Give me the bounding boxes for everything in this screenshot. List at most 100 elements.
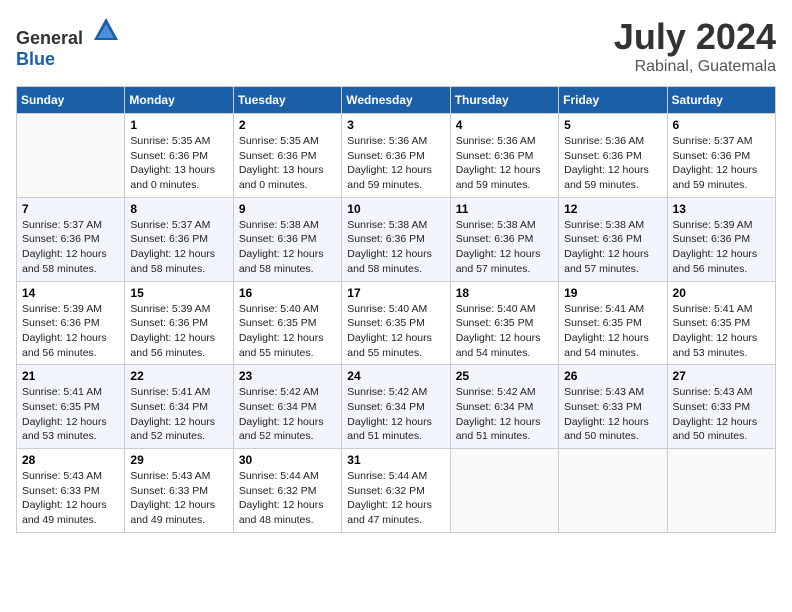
day-info: Sunrise: 5:38 AMSunset: 6:36 PMDaylight:… [239, 218, 336, 277]
calendar-week-row: 7 Sunrise: 5:37 AMSunset: 6:36 PMDaylight… [17, 197, 776, 281]
calendar-cell: 1Sunrise: 5:35 AMSunset: 6:36 PMDaylight… [125, 114, 233, 198]
calendar-cell: 26 Sunrise: 5:43 AMSunset: 6:33 PMDayligh… [559, 365, 667, 449]
day-info: Sunrise: 5:43 AMSunset: 6:33 PMDaylight:… [673, 385, 770, 444]
day-info: Sunrise: 5:44 AMSunset: 6:32 PMDaylight:… [347, 469, 444, 528]
calendar-cell: 4 Sunrise: 5:36 AMSunset: 6:36 PMDaylight… [450, 114, 558, 198]
calendar-cell: 19Sunrise: 5:41 AMSunset: 6:35 PMDayligh… [559, 281, 667, 365]
day-number: 5 [564, 118, 661, 132]
calendar-cell: 24 Sunrise: 5:42 AMSunset: 6:34 PMDayligh… [342, 365, 450, 449]
column-header-tuesday: Tuesday [233, 87, 341, 114]
day-info: Sunrise: 5:36 AMSunset: 6:36 PMDaylight:… [564, 134, 661, 193]
day-number: 18 [456, 286, 553, 300]
calendar-cell: 23Sunrise: 5:42 AMSunset: 6:34 PMDayligh… [233, 365, 341, 449]
calendar-week-row: 28 Sunrise: 5:43 AMSunset: 6:33 PMDayligh… [17, 449, 776, 533]
calendar-cell: 30Sunrise: 5:44 AMSunset: 6:32 PMDayligh… [233, 449, 341, 533]
column-header-wednesday: Wednesday [342, 87, 450, 114]
day-info: Sunrise: 5:37 AMSunset: 6:36 PMDaylight:… [130, 218, 227, 277]
calendar-cell: 29 Sunrise: 5:43 AMSunset: 6:33 PMDayligh… [125, 449, 233, 533]
day-number: 11 [456, 202, 553, 216]
calendar-cell: 9 Sunrise: 5:38 AMSunset: 6:36 PMDaylight… [233, 197, 341, 281]
day-info: Sunrise: 5:40 AMSunset: 6:35 PMDaylight:… [239, 302, 336, 361]
calendar-cell: 17 Sunrise: 5:40 AMSunset: 6:35 PMDayligh… [342, 281, 450, 365]
day-number: 12 [564, 202, 661, 216]
calendar-cell: 27 Sunrise: 5:43 AMSunset: 6:33 PMDayligh… [667, 365, 775, 449]
calendar-cell: 20Sunrise: 5:41 AMSunset: 6:35 PMDayligh… [667, 281, 775, 365]
calendar-cell: 28Sunrise: 5:43 AMSunset: 6:33 PMDayligh… [17, 449, 125, 533]
column-header-monday: Monday [125, 87, 233, 114]
calendar-week-row: 21Sunrise: 5:41 AMSunset: 6:35 PMDayligh… [17, 365, 776, 449]
day-number: 6 [673, 118, 770, 132]
calendar-cell: 8 Sunrise: 5:37 AMSunset: 6:36 PMDaylight… [125, 197, 233, 281]
day-info: Sunrise: 5:39 AMSunset: 6:36 PMDaylight:… [130, 302, 227, 361]
logo-text: General Blue [16, 16, 120, 70]
day-number: 1 [130, 118, 227, 132]
day-number: 3 [347, 118, 444, 132]
day-number: 2 [239, 118, 336, 132]
logo: General Blue [16, 16, 120, 70]
day-number: 10 [347, 202, 444, 216]
day-info: Sunrise: 5:36 AMSunset: 6:36 PMDaylight:… [347, 134, 444, 193]
day-number: 28 [22, 453, 119, 467]
calendar-cell: 14 Sunrise: 5:39 AMSunset: 6:36 PMDayligh… [17, 281, 125, 365]
day-number: 4 [456, 118, 553, 132]
day-number: 13 [673, 202, 770, 216]
calendar-cell: 18 Sunrise: 5:40 AMSunset: 6:35 PMDayligh… [450, 281, 558, 365]
calendar-cell: 16Sunrise: 5:40 AMSunset: 6:35 PMDayligh… [233, 281, 341, 365]
day-number: 22 [130, 369, 227, 383]
day-number: 15 [130, 286, 227, 300]
day-info: Sunrise: 5:39 AMSunset: 6:36 PMDaylight:… [22, 302, 119, 361]
calendar-cell: 31 Sunrise: 5:44 AMSunset: 6:32 PMDayligh… [342, 449, 450, 533]
calendar-cell: 15 Sunrise: 5:39 AMSunset: 6:36 PMDayligh… [125, 281, 233, 365]
column-header-sunday: Sunday [17, 87, 125, 114]
day-number: 8 [130, 202, 227, 216]
calendar-cell: 22Sunrise: 5:41 AMSunset: 6:34 PMDayligh… [125, 365, 233, 449]
day-info: Sunrise: 5:42 AMSunset: 6:34 PMDaylight:… [347, 385, 444, 444]
calendar-cell: 13Sunrise: 5:39 AMSunset: 6:36 PMDayligh… [667, 197, 775, 281]
day-info: Sunrise: 5:38 AMSunset: 6:36 PMDaylight:… [347, 218, 444, 277]
day-number: 19 [564, 286, 661, 300]
calendar-cell [450, 449, 558, 533]
day-info: Sunrise: 5:35 AMSunset: 6:36 PMDaylight:… [239, 134, 336, 193]
logo-general: General [16, 28, 83, 48]
calendar-table: SundayMondayTuesdayWednesdayThursdayFrid… [16, 86, 776, 533]
day-info: Sunrise: 5:41 AMSunset: 6:35 PMDaylight:… [22, 385, 119, 444]
column-header-saturday: Saturday [667, 87, 775, 114]
calendar-cell: 11 Sunrise: 5:38 AMSunset: 6:36 PMDayligh… [450, 197, 558, 281]
day-info: Sunrise: 5:40 AMSunset: 6:35 PMDaylight:… [347, 302, 444, 361]
day-number: 31 [347, 453, 444, 467]
calendar-header-row: SundayMondayTuesdayWednesdayThursdayFrid… [17, 87, 776, 114]
day-info: Sunrise: 5:43 AMSunset: 6:33 PMDaylight:… [130, 469, 227, 528]
day-number: 14 [22, 286, 119, 300]
day-info: Sunrise: 5:38 AMSunset: 6:36 PMDaylight:… [564, 218, 661, 277]
location: Rabinal, Guatemala [614, 58, 776, 76]
calendar-cell: 2 Sunrise: 5:35 AMSunset: 6:36 PMDaylight… [233, 114, 341, 198]
day-number: 26 [564, 369, 661, 383]
day-number: 24 [347, 369, 444, 383]
calendar-cell [17, 114, 125, 198]
calendar-cell [667, 449, 775, 533]
day-info: Sunrise: 5:38 AMSunset: 6:36 PMDaylight:… [456, 218, 553, 277]
column-header-thursday: Thursday [450, 87, 558, 114]
calendar-cell: 5 Sunrise: 5:36 AMSunset: 6:36 PMDaylight… [559, 114, 667, 198]
calendar-cell [559, 449, 667, 533]
month-year: July 2024 [614, 16, 776, 58]
day-number: 30 [239, 453, 336, 467]
calendar-week-row: 14 Sunrise: 5:39 AMSunset: 6:36 PMDayligh… [17, 281, 776, 365]
day-number: 25 [456, 369, 553, 383]
day-number: 29 [130, 453, 227, 467]
day-number: 7 [22, 202, 119, 216]
title-block: July 2024 Rabinal, Guatemala [614, 16, 776, 76]
day-info: Sunrise: 5:37 AMSunset: 6:36 PMDaylight:… [673, 134, 770, 193]
day-number: 9 [239, 202, 336, 216]
day-info: Sunrise: 5:42 AMSunset: 6:34 PMDaylight:… [456, 385, 553, 444]
day-number: 23 [239, 369, 336, 383]
day-info: Sunrise: 5:40 AMSunset: 6:35 PMDaylight:… [456, 302, 553, 361]
calendar-cell: 6 Sunrise: 5:37 AMSunset: 6:36 PMDaylight… [667, 114, 775, 198]
day-number: 27 [673, 369, 770, 383]
day-number: 20 [673, 286, 770, 300]
calendar-cell: 12 Sunrise: 5:38 AMSunset: 6:36 PMDayligh… [559, 197, 667, 281]
day-number: 17 [347, 286, 444, 300]
calendar-week-row: 1 Sunrise: 5:35 AMSunset: 6:36 PMDaylight… [17, 114, 776, 198]
day-info: Sunrise: 5:36 AMSunset: 6:36 PMDaylight:… [456, 134, 553, 193]
day-info: Sunrise: 5:43 AMSunset: 6:33 PMDaylight:… [564, 385, 661, 444]
